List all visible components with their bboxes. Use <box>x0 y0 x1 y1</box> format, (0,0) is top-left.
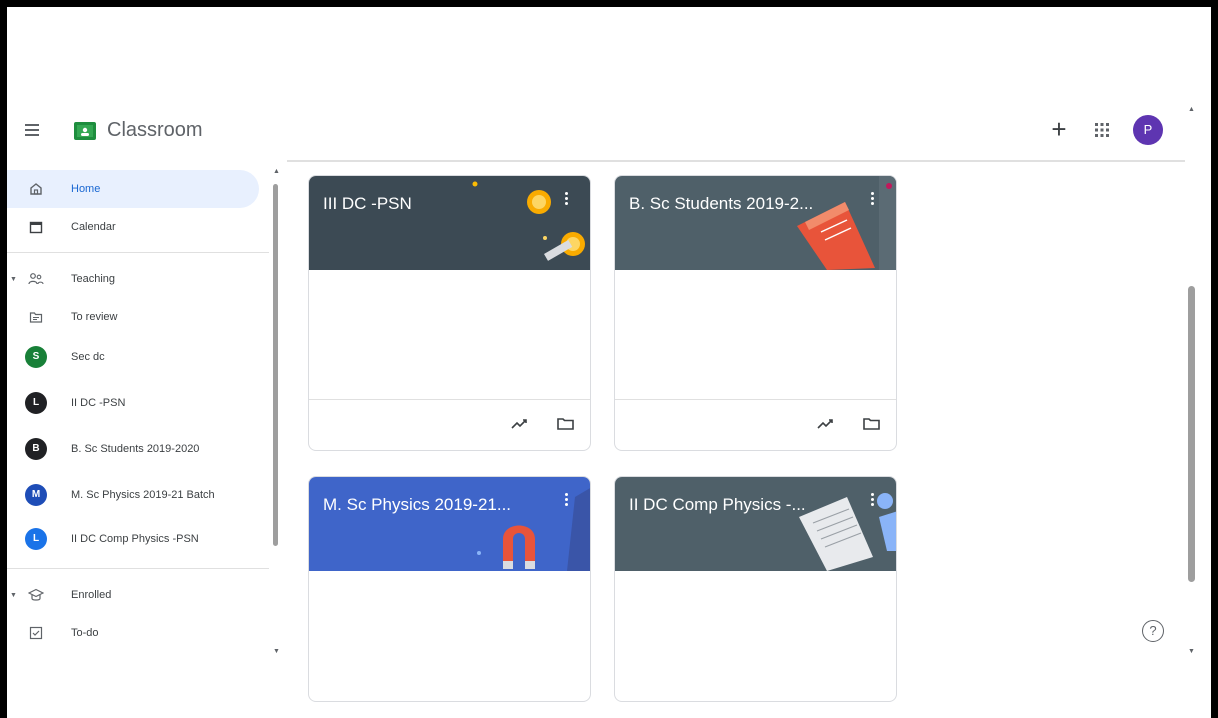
class-card-title[interactable]: III DC -PSN <box>323 194 412 214</box>
sidebar-item-label: Enrolled <box>71 589 112 601</box>
more-options-icon[interactable] <box>866 491 878 513</box>
sidebar-item-label: B. Sc Students 2019-2020 <box>71 443 200 455</box>
main-menu-button[interactable] <box>25 121 47 141</box>
folder-icon[interactable] <box>861 414 883 434</box>
sidebar-item-class[interactable]: L II DC -PSN <box>7 384 259 422</box>
home-icon <box>25 178 47 200</box>
sidebar-item-label: Teaching <box>71 273 116 285</box>
class-card-body <box>309 270 590 400</box>
sidebar-scrollbar-thumb[interactable] <box>273 184 278 546</box>
google-apps-icon[interactable] <box>1091 119 1113 141</box>
class-card[interactable]: B. Sc Students 2019-2... <box>614 175 897 451</box>
class-card-title[interactable]: M. Sc Physics 2019-21... <box>323 495 511 515</box>
main-scroll-up-arrow[interactable]: ▲ <box>1188 106 1195 113</box>
header-divider <box>287 160 1185 162</box>
trending-up-icon[interactable] <box>509 414 531 434</box>
help-button[interactable]: ? <box>1142 620 1164 642</box>
sidebar-scroll-down-arrow[interactable]: ▼ <box>273 648 280 655</box>
app-title: Classroom <box>107 119 203 141</box>
class-avatar: L <box>25 392 47 414</box>
sidebar-item-class[interactable]: S Sec dc <box>7 338 259 376</box>
class-card[interactable]: III DC -PSN <box>308 175 591 451</box>
class-card-header[interactable]: M. Sc Physics 2019-21... <box>309 477 590 571</box>
main-scroll-down-arrow[interactable]: ▼ <box>1188 648 1195 655</box>
school-icon <box>25 584 47 606</box>
class-card-body <box>615 571 896 701</box>
class-card-footer <box>615 400 896 450</box>
sidebar-item-label: Calendar <box>71 221 116 233</box>
sidebar-item-class[interactable]: B B. Sc Students 2019-2020 <box>7 430 259 468</box>
sidebar-item-enrolled[interactable]: Enrolled <box>7 576 259 614</box>
sidebar-item-to-do[interactable]: To-do <box>7 614 259 652</box>
folder-review-icon <box>25 306 47 328</box>
sidebar-item-label: To-do <box>71 627 99 639</box>
sidebar-item-label: M. Sc Physics 2019-21 Batch <box>71 489 215 501</box>
classroom-logo-icon <box>74 122 96 140</box>
app-header: Classroom + P <box>7 105 1197 157</box>
sidebar: Home Calendar ▼ Teaching To review S Sec… <box>7 166 287 660</box>
more-options-icon[interactable] <box>560 491 572 513</box>
class-avatar: M <box>25 484 47 506</box>
class-card-body <box>615 270 896 400</box>
folder-icon[interactable] <box>555 414 577 434</box>
account-avatar[interactable]: P <box>1133 115 1163 145</box>
todo-icon <box>25 622 47 644</box>
class-card-body <box>309 571 590 701</box>
class-card-title[interactable]: B. Sc Students 2019-2... <box>629 194 813 214</box>
sidebar-item-calendar[interactable]: Calendar <box>7 208 259 246</box>
sidebar-item-teaching[interactable]: Teaching <box>7 260 259 298</box>
sidebar-item-label: II DC Comp Physics -PSN <box>71 533 199 545</box>
sidebar-divider <box>7 568 269 569</box>
create-join-button[interactable]: + <box>1045 115 1073 143</box>
class-card[interactable]: M. Sc Physics 2019-21... <box>308 476 591 702</box>
class-card-footer <box>309 400 590 450</box>
sidebar-scroll-up-arrow[interactable]: ▲ <box>273 168 280 175</box>
sidebar-item-label: Home <box>71 183 101 195</box>
trending-up-icon[interactable] <box>815 414 837 434</box>
more-options-icon[interactable] <box>866 190 878 212</box>
class-card-title[interactable]: II DC Comp Physics -... <box>629 495 806 515</box>
class-card-header[interactable]: III DC -PSN <box>309 176 590 270</box>
class-avatar: S <box>25 346 47 368</box>
sidebar-item-home[interactable]: Home <box>7 170 259 208</box>
calendar-icon <box>25 216 47 238</box>
sidebar-item-class[interactable]: M M. Sc Physics 2019-21 Batch <box>7 476 259 514</box>
people-icon <box>25 268 47 290</box>
main-scrollbar-thumb[interactable] <box>1188 286 1195 582</box>
class-avatar: L <box>25 528 47 550</box>
more-options-icon[interactable] <box>560 190 572 212</box>
class-avatar: B <box>25 438 47 460</box>
sidebar-item-label: II DC -PSN <box>71 397 126 409</box>
class-card-header[interactable]: II DC Comp Physics -... <box>615 477 896 571</box>
class-card[interactable]: II DC Comp Physics -... <box>614 476 897 702</box>
sidebar-item-label: To review <box>71 311 118 323</box>
sidebar-item-to-review[interactable]: To review <box>7 298 259 336</box>
class-card-header[interactable]: B. Sc Students 2019-2... <box>615 176 896 270</box>
sidebar-item-label: Sec dc <box>71 351 105 363</box>
sidebar-item-class[interactable]: L II DC Comp Physics -PSN <box>7 520 259 558</box>
sidebar-divider <box>7 252 269 253</box>
